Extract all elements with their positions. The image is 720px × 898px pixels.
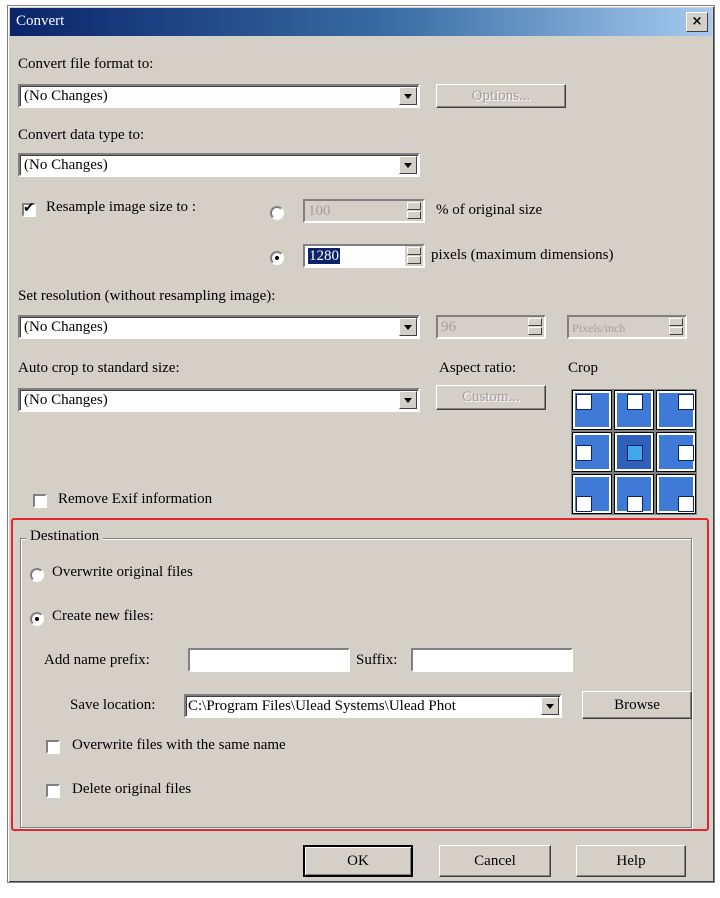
title-bar: Convert × (10, 8, 712, 36)
dpi-value: 96 (441, 319, 456, 335)
spinner-arrows-icon[interactable] (405, 201, 423, 221)
browse-button[interactable]: Browse (582, 691, 692, 719)
crop-top-right[interactable] (655, 389, 697, 431)
window-title: Convert (16, 13, 65, 29)
chevron-down-icon[interactable] (399, 391, 417, 409)
ok-button[interactable]: OK (303, 845, 413, 877)
prefix-label: Add name prefix: (44, 652, 150, 668)
crop-top-left[interactable] (571, 389, 613, 431)
autocrop-value: (No Changes) (24, 392, 108, 408)
spinner-arrows-icon[interactable] (667, 317, 685, 337)
resolution-select[interactable]: (No Changes) (18, 315, 420, 339)
destination-group-label: Destination (26, 528, 104, 545)
resample-checkbox[interactable] (22, 200, 36, 217)
remove-exif-checkbox[interactable] (33, 494, 47, 508)
delete-original-label[interactable]: Delete original files (72, 781, 191, 798)
unit-value: Pixels/inch (572, 321, 626, 335)
overwrite-same-name-checkbox[interactable] (46, 740, 60, 754)
crop-top-center[interactable] (613, 389, 655, 431)
datatype-value: (No Changes) (24, 157, 108, 173)
resolution-value: (No Changes) (24, 319, 108, 335)
crop-middle-left[interactable] (571, 431, 613, 473)
chevron-down-icon[interactable] (399, 318, 417, 336)
create-new-files-radio[interactable] (30, 612, 44, 626)
crop-middle-right[interactable] (655, 431, 697, 473)
pixels-spinner[interactable]: 1280 (303, 244, 425, 268)
resolution-label: Set resolution (without resampling image… (18, 288, 276, 304)
custom-button[interactable]: Custom... (436, 385, 546, 410)
chevron-down-icon[interactable] (399, 156, 417, 174)
overwrite-same-name-label[interactable]: Overwrite files with the same name (72, 737, 286, 754)
format-value: (No Changes) (24, 88, 108, 104)
close-icon[interactable]: × (686, 12, 708, 32)
chevron-down-icon[interactable] (399, 87, 417, 105)
resample-label[interactable]: Resample image size to : (46, 199, 196, 216)
remove-exif-label[interactable]: Remove Exif information (58, 491, 212, 508)
spinner-arrows-icon[interactable] (526, 317, 544, 337)
save-location-label: Save location: (70, 697, 156, 713)
pixels-value: 1280 (308, 248, 340, 264)
autocrop-label: Auto crop to standard size: (18, 360, 180, 376)
create-new-files-label[interactable]: Create new files: (52, 608, 154, 625)
crop-bottom-left[interactable] (571, 473, 613, 515)
datatype-select[interactable]: (No Changes) (18, 153, 420, 177)
overwrite-original-radio[interactable] (30, 568, 44, 582)
percent-spinner[interactable]: 100 (303, 199, 425, 223)
percent-unit-label: % of original size (436, 202, 543, 218)
cancel-button[interactable]: Cancel (439, 845, 551, 877)
prefix-input[interactable] (188, 648, 350, 672)
save-location-value: C:\Program Files\Ulead Systems\Ulead Pho… (188, 698, 456, 714)
spinner-arrows-icon[interactable] (405, 246, 423, 266)
chevron-down-icon[interactable] (541, 697, 559, 715)
resample-pixels-radio[interactable] (270, 251, 284, 265)
crop-bottom-right[interactable] (655, 473, 697, 515)
delete-original-checkbox[interactable] (46, 784, 60, 798)
options-button[interactable]: Options... (436, 84, 566, 108)
format-label: Convert file format to: (18, 56, 154, 72)
suffix-input[interactable] (411, 648, 573, 672)
autocrop-select[interactable]: (No Changes) (18, 388, 420, 412)
percent-value: 100 (308, 203, 331, 219)
crop-bottom-center[interactable] (613, 473, 655, 515)
save-location-select[interactable]: C:\Program Files\Ulead Systems\Ulead Pho… (184, 694, 562, 718)
crop-label: Crop (568, 360, 598, 376)
unit-spinner[interactable]: Pixels/inch (567, 315, 687, 339)
resample-percent-radio[interactable] (270, 206, 284, 220)
overwrite-original-label[interactable]: Overwrite original files (52, 564, 193, 581)
pixels-unit-label: pixels (maximum dimensions) (431, 247, 614, 263)
help-button[interactable]: Help (576, 845, 686, 877)
crop-center[interactable] (613, 431, 655, 473)
aspect-ratio-label: Aspect ratio: (439, 360, 517, 376)
datatype-label: Convert data type to: (18, 127, 145, 143)
suffix-label: Suffix: (356, 652, 398, 668)
dpi-spinner[interactable]: 96 (436, 315, 546, 339)
format-select[interactable]: (No Changes) (18, 84, 420, 108)
